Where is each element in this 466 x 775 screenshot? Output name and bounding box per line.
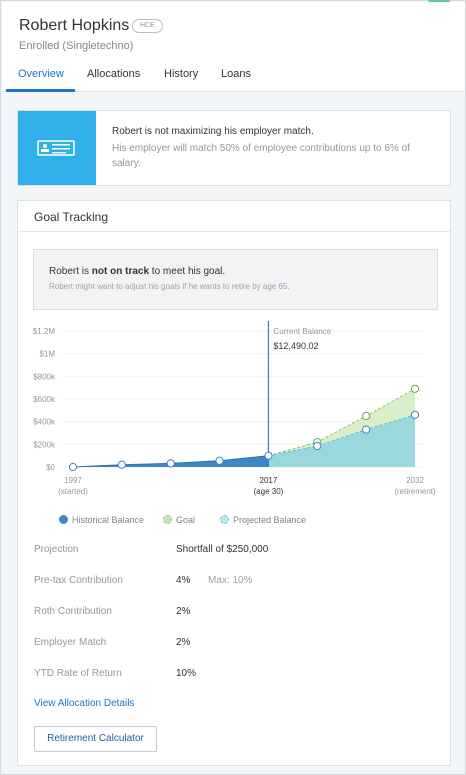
alert-icon-panel [18, 111, 96, 185]
hce-badge: HCE [132, 19, 163, 33]
x-tick-year: 2017 [260, 476, 278, 485]
legend-goal-swatch [163, 515, 172, 524]
historical-point [166, 459, 175, 468]
pretax-value: 4% [176, 575, 191, 586]
legend-goal: Goal [163, 515, 195, 525]
x-tick-note: (retirement) [394, 487, 436, 496]
roth-value: 2% [176, 606, 191, 617]
x-tick-note: (started) [58, 487, 88, 496]
projection-label: Projection [34, 544, 79, 555]
roth-label: Roth Contribution [34, 606, 112, 617]
x-tick-year: 2032 [406, 476, 424, 485]
goal-status-box: Robert is not on track to meet his goal.… [33, 249, 438, 310]
projected-area [268, 414, 415, 467]
projected-point [362, 425, 371, 434]
goal-status-subtext: Robert might want to adjust his goals if… [49, 282, 290, 291]
divider [18, 231, 450, 232]
tab-allocations[interactable]: Allocations [87, 68, 140, 80]
legend-projected-swatch [220, 515, 229, 524]
x-tick-note: (age 30) [254, 487, 284, 496]
chart-svg: $1.2M $1M $800k $600k $400k $200k $0 Current Ba… [33, 321, 436, 496]
pretax-max: Max: 10% [208, 575, 253, 586]
y-tick-label: $600k [33, 395, 56, 404]
ytd-return-label: YTD Rate of Return [34, 668, 122, 679]
id-card-icon [37, 140, 75, 156]
participant-name: Robert Hopkins [19, 17, 130, 34]
tab-loans[interactable]: Loans [221, 68, 251, 80]
employer-match-value: 2% [176, 637, 191, 648]
goal-tracking-card: Goal Tracking Robert is not on track to … [17, 200, 451, 766]
enrollment-status: Enrolled (Singletechno) [19, 40, 134, 52]
historical-point [264, 451, 273, 460]
legend-historical: Historical Balance [59, 515, 144, 525]
employer-match-label: Employer Match [34, 637, 107, 648]
projected-point [410, 410, 420, 419]
x-tick-year: 1997 [64, 476, 82, 485]
legend-projected: Projected Balance [220, 515, 306, 525]
goal-chart: $1.2M $1M $800k $600k $400k $200k $0 Current Ba… [18, 321, 450, 531]
goal-point [362, 411, 371, 421]
participant-header: Robert Hopkins HCE Enrolled (Singletechn… [2, 2, 465, 92]
projected-point [313, 441, 322, 451]
alert-title: Robert is not maximizing his employer ma… [112, 126, 314, 137]
goal-point [410, 384, 420, 393]
participant-panel: Robert Hopkins HCE Enrolled (Singletechn… [0, 0, 466, 775]
tab-history[interactable]: History [164, 68, 198, 80]
historical-point [215, 456, 224, 465]
retirement-calculator-button[interactable]: Retirement Calculator [34, 726, 157, 752]
goal-status-text: Robert is not on track to meet his goal. [49, 266, 226, 277]
y-tick-label: $1M [39, 350, 55, 359]
legend-historical-swatch [59, 515, 68, 524]
y-tick-label: $800k [33, 372, 56, 381]
active-tab-indicator [6, 89, 75, 92]
alert-description: His employer will match 50% of employee … [112, 143, 410, 169]
historical-point [117, 460, 126, 469]
y-tick-label: $200k [33, 440, 56, 449]
ytd-return-value: 10% [176, 668, 197, 679]
tab-overview[interactable]: Overview [18, 68, 64, 80]
y-tick-label: $400k [33, 418, 56, 427]
view-allocation-details-link[interactable]: View Allocation Details [34, 698, 134, 709]
y-tick-label: $0 [46, 463, 55, 472]
card-title: Goal Tracking [34, 210, 109, 224]
pretax-label: Pre-tax Contribution [34, 575, 123, 586]
current-balance-label: Current Balance [273, 327, 331, 336]
employer-match-alert: Robert is not maximizing his employer ma… [17, 110, 451, 186]
projection-value: Shortfall of $250,000 [176, 544, 269, 555]
current-balance-value: $12,490.02 [273, 341, 318, 351]
historical-point [68, 462, 78, 472]
y-tick-label: $1.2M [33, 327, 56, 336]
